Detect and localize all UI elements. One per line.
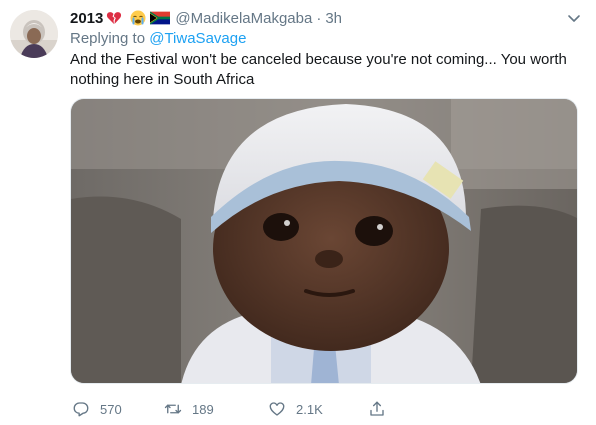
reply-icon bbox=[73, 402, 89, 417]
like-count: 2.1K bbox=[296, 401, 323, 417]
share-icon bbox=[370, 401, 384, 416]
retweet-icon bbox=[164, 404, 182, 414]
timestamp[interactable]: 3h bbox=[325, 10, 342, 27]
tweet[interactable]: 2013 @MadikelaMakgaba · 3h Replying to @… bbox=[0, 0, 596, 425]
replying-prefix: Replying to bbox=[70, 30, 146, 47]
like-icon bbox=[269, 402, 285, 416]
reply-count: 570 bbox=[100, 401, 122, 417]
tweet-text: And the Festival won't be canceled becau… bbox=[70, 51, 567, 88]
crying-face-emoji bbox=[130, 10, 146, 26]
south-africa-flag-emoji bbox=[150, 11, 171, 25]
baby-photo bbox=[71, 99, 577, 383]
like-button[interactable]: 2.1K bbox=[268, 398, 323, 420]
reply-button[interactable]: 570 bbox=[72, 398, 122, 420]
user-handle[interactable]: @MadikelaMakgaba bbox=[175, 10, 312, 27]
retweet-button[interactable]: 189 bbox=[164, 398, 214, 420]
share-button[interactable] bbox=[368, 398, 386, 420]
chevron-down-icon[interactable] bbox=[566, 10, 582, 26]
replying-to-link[interactable]: @TiwaSavage bbox=[149, 30, 246, 47]
tweet-header: 2013 @MadikelaMakgaba · 3h bbox=[70, 8, 342, 28]
retweet-count: 189 bbox=[192, 401, 214, 417]
tweet-media[interactable] bbox=[70, 98, 578, 384]
avatar-image bbox=[10, 10, 58, 58]
broken-heart-emoji bbox=[107, 12, 122, 24]
replying-to: Replying to @TiwaSavage bbox=[70, 30, 246, 47]
avatar[interactable] bbox=[10, 10, 58, 58]
display-name[interactable]: 2013 bbox=[70, 10, 103, 27]
action-bar: 570 189 2.1K bbox=[70, 398, 490, 420]
separator-dot: · bbox=[316, 9, 322, 27]
